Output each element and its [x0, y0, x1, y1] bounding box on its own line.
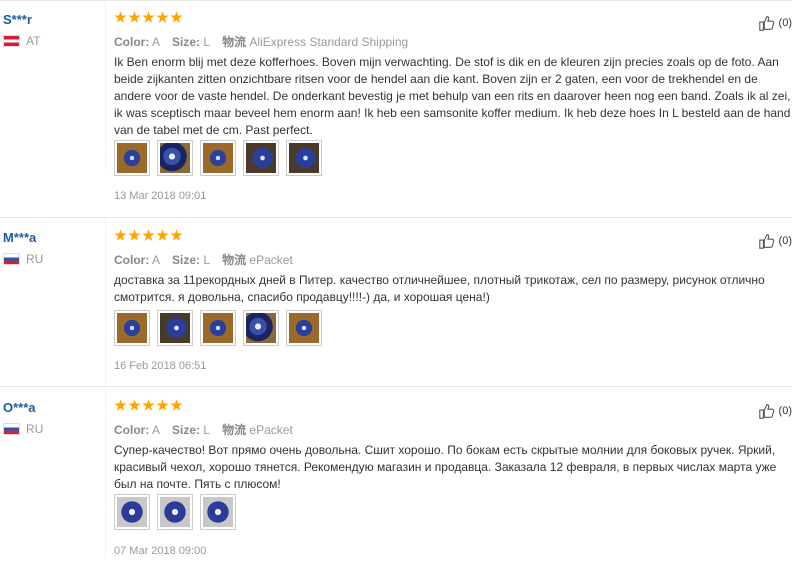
thumbs-up-icon [758, 16, 774, 31]
star-icon [114, 229, 127, 241]
reviewer-name[interactable]: S***r [3, 12, 32, 27]
size-label: Size: [172, 423, 201, 437]
star-icon [170, 399, 183, 411]
russia-flag-icon [3, 423, 20, 435]
star-icon [170, 229, 183, 241]
review-photo[interactable] [157, 140, 193, 176]
review-photo[interactable] [114, 310, 150, 346]
review-photo[interactable] [243, 310, 279, 346]
size-label: Size: [172, 35, 201, 49]
helpful-button[interactable]: (0) [758, 402, 792, 420]
star-icon [142, 229, 155, 241]
star-icon [128, 11, 141, 23]
russia-flag-icon [3, 253, 20, 265]
thumbs-up-icon [758, 234, 774, 249]
review-photos [114, 310, 322, 346]
star-icon [128, 229, 141, 241]
size-value: L [203, 253, 211, 267]
austria-flag-icon [3, 35, 20, 47]
reviewer-country: RU [3, 252, 43, 266]
order-info: Color: A Size: L 物流 ePacket [114, 421, 293, 438]
review-card: M***a RU Color: A Size: L 物流 ePacket доста… [0, 218, 800, 388]
star-icon [114, 399, 127, 411]
star-icon [142, 399, 155, 411]
star-rating [114, 229, 183, 245]
review-card: S***r AT Color: A Size: L 物流 AliExpress St… [0, 0, 800, 202]
review-photo[interactable] [286, 310, 322, 346]
shipping-label: 物流 [222, 35, 247, 49]
color-label: Color: [114, 35, 150, 49]
helpful-count: (0) [778, 235, 792, 247]
star-icon [156, 229, 169, 241]
review-photo[interactable] [286, 140, 322, 176]
country-code: AT [26, 34, 41, 48]
size-value: L [203, 35, 211, 49]
star-icon [114, 11, 127, 23]
size-value: L [203, 423, 211, 437]
review-text: Супер-качество! Вот прямо очень довольна… [114, 443, 777, 491]
reviewer-name[interactable]: O***a [3, 400, 36, 415]
review-text: Ik Ben enorm blij met deze kofferhoes. B… [114, 55, 791, 137]
review-photos [114, 494, 236, 530]
star-rating [114, 399, 183, 415]
star-icon [156, 399, 169, 411]
size-label: Size: [172, 253, 201, 267]
order-info: Color: A Size: L 物流 AliExpress Standard Sh… [114, 33, 408, 50]
review-date: 13 Mar 2018 09:01 [114, 190, 207, 202]
reviewer-country: AT [3, 34, 40, 48]
reviewer-country: RU [3, 422, 43, 436]
review-divider [0, 386, 792, 387]
review-photo[interactable] [200, 310, 236, 346]
review-photo[interactable] [157, 494, 193, 530]
shipping-label: 物流 [222, 423, 247, 437]
star-rating [114, 11, 183, 27]
shipping-value: ePacket [249, 253, 293, 267]
helpful-button[interactable]: (0) [758, 232, 792, 250]
shipping-label: 物流 [222, 253, 247, 267]
color-label: Color: [114, 253, 150, 267]
color-value: A [152, 423, 161, 437]
review-photo[interactable] [243, 140, 279, 176]
color-value: A [152, 253, 161, 267]
country-code: RU [26, 422, 44, 436]
shipping-value: ePacket [249, 423, 293, 437]
review-text: доставка за 11рекордных дней в Питер. ка… [114, 273, 765, 304]
review-card: O***a RU Color: A Size: L 物流 ePacket Супер… [0, 388, 800, 558]
star-icon [156, 11, 169, 23]
helpful-count: (0) [778, 405, 792, 417]
review-photo[interactable] [114, 140, 150, 176]
order-info: Color: A Size: L 物流 ePacket [114, 251, 293, 268]
star-icon [170, 11, 183, 23]
review-photo[interactable] [114, 494, 150, 530]
helpful-count: (0) [778, 17, 792, 29]
thumbs-up-icon [758, 404, 774, 419]
color-label: Color: [114, 423, 150, 437]
review-date: 16 Feb 2018 06:51 [114, 360, 207, 372]
review-photo[interactable] [157, 310, 193, 346]
reviewer-name[interactable]: M***a [3, 230, 36, 245]
review-date: 07 Mar 2018 09:00 [114, 545, 207, 557]
review-photos [114, 140, 322, 176]
star-icon [128, 399, 141, 411]
shipping-value: AliExpress Standard Shipping [249, 35, 409, 49]
star-icon [142, 11, 155, 23]
review-photo[interactable] [200, 140, 236, 176]
review-photo[interactable] [200, 494, 236, 530]
color-value: A [152, 35, 161, 49]
country-code: RU [26, 252, 44, 266]
helpful-button[interactable]: (0) [758, 14, 792, 32]
